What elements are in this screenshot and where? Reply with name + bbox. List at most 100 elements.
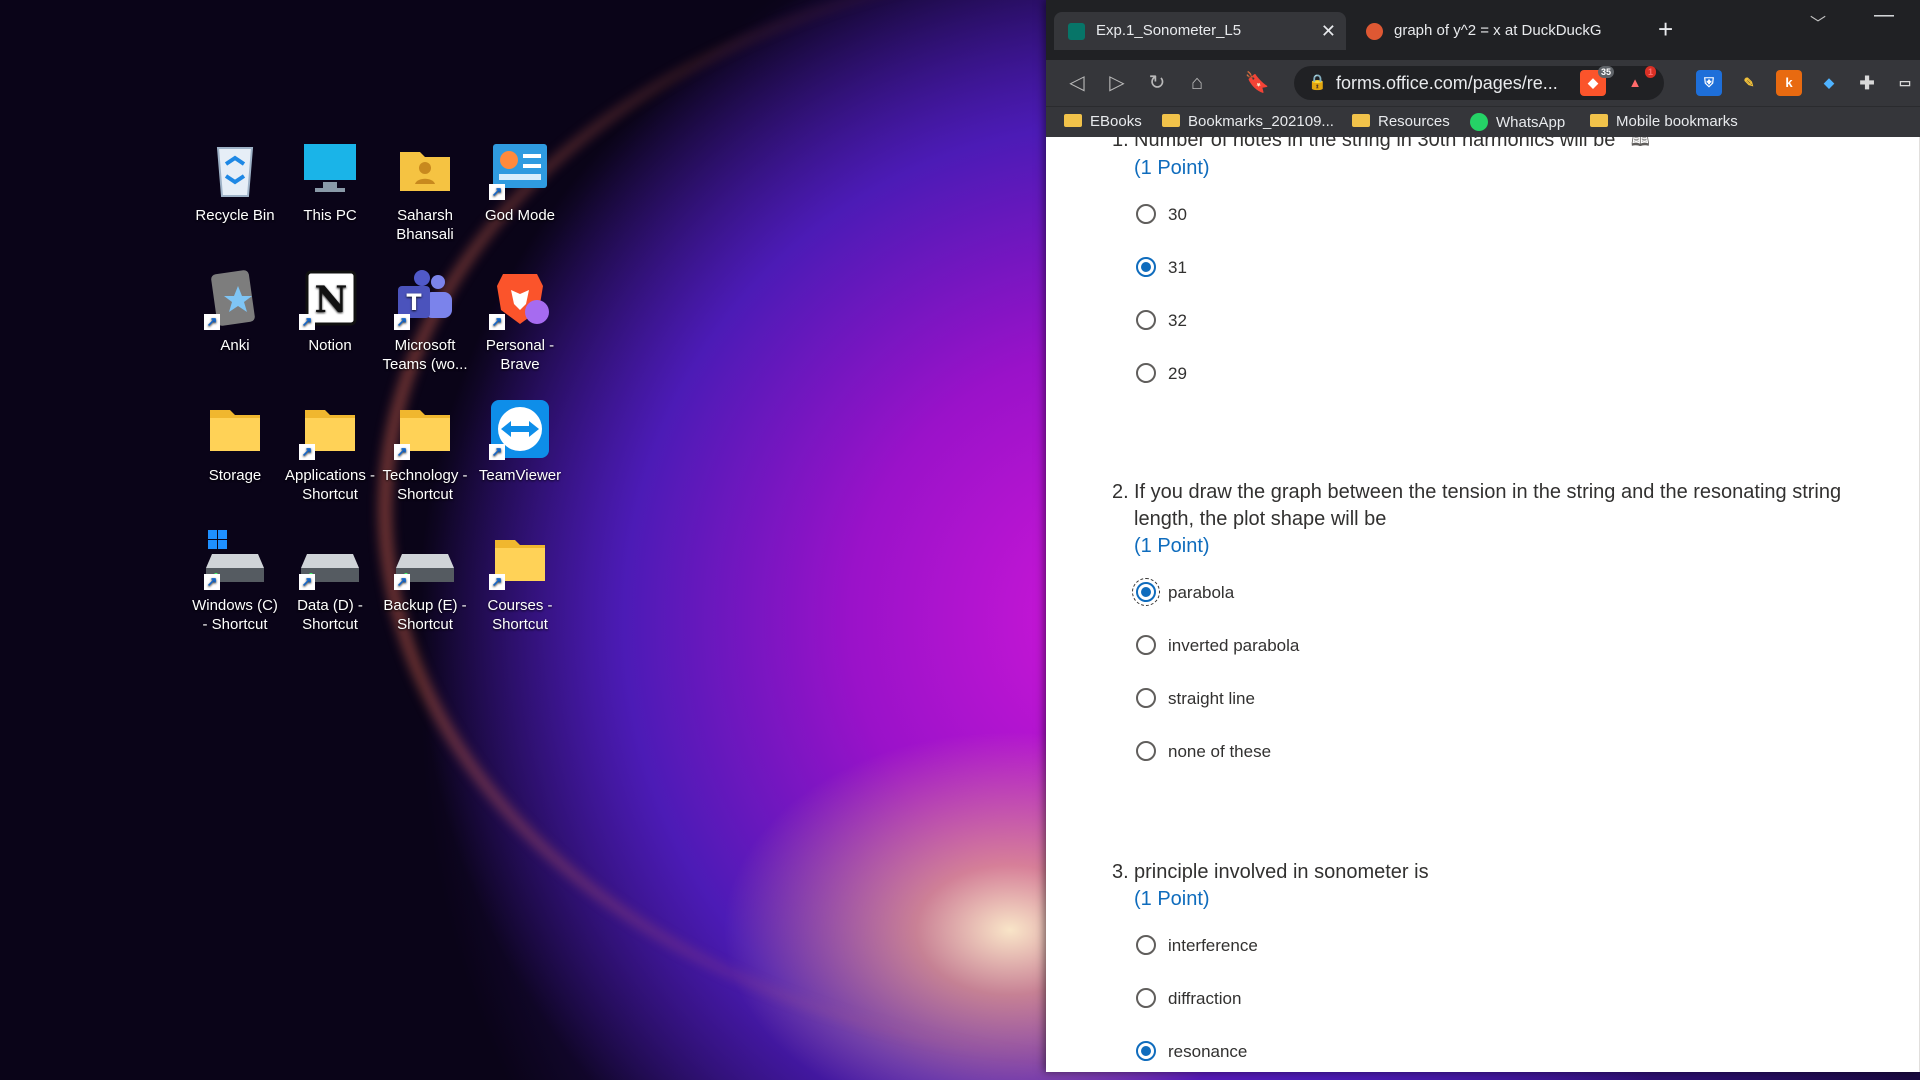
option-label: 30 [1168,205,1187,224]
question-number: 1. [1112,137,1129,151]
option-straight-line[interactable]: straight line [1134,688,1902,741]
desktop-icon-brave[interactable]: ↗ Personal - Brave [473,268,567,374]
option-diffraction[interactable]: diffraction [1134,988,1902,1041]
desktop-icon-label: Technology - Shortcut [382,467,468,503]
extensions-puzzle-icon[interactable]: ✚ [1854,70,1880,96]
bookmark-label: EBooks [1090,113,1142,130]
monitor-icon [299,138,361,200]
radio-button[interactable] [1136,310,1156,330]
chevron-down-icon[interactable]: ﹀ [1810,10,1826,34]
radio-button[interactable] [1136,741,1156,761]
folder-icon: ↗ [299,398,361,460]
option-none-of-these[interactable]: none of these [1134,741,1902,794]
option-30[interactable]: 30 [1134,204,1902,257]
desktop-icon-backup-e[interactable]: ↗ Backup (E) - Shortcut [378,528,472,634]
k-extension-icon[interactable]: k [1776,70,1802,96]
option-31[interactable]: 31 [1134,257,1902,310]
wallet-icon[interactable]: ▭ [1892,70,1918,96]
option-label: resonance [1168,1042,1248,1061]
radio-button[interactable] [1136,635,1156,655]
option-resonance[interactable]: resonance [1134,1041,1902,1072]
tab-duckduckgo[interactable]: graph of y^2 = x at DuckDuckGo [1352,12,1636,50]
svg-text:T: T [406,291,421,316]
home-icon[interactable]: ⌂ [1184,70,1210,96]
option-interference[interactable]: interference [1134,935,1902,988]
user-folder-icon [394,138,456,200]
brave-shields-icon[interactable]: ◆ 35 [1580,66,1614,96]
immersive-reader-icon[interactable]: 🕮 [1631,137,1650,150]
question-number: 2. [1112,481,1129,503]
folder-icon [1352,114,1370,127]
shortcut-arrow-icon: ↗ [489,184,505,200]
desktop-icon-user-folder[interactable]: Saharsh Bhansali [378,138,472,244]
desktop-icon-windows-c[interactable]: ↗ Windows (C) - Shortcut [188,528,282,634]
radio-button[interactable] [1136,988,1156,1008]
brave-rewards-icon[interactable]: ▲ 1 [1622,66,1656,96]
option-32[interactable]: 32 [1134,310,1902,363]
radio-button-selected[interactable] [1136,1041,1156,1061]
desktop-icon-recycle-bin[interactable]: Recycle Bin [188,138,282,225]
desktop-icon-label: Personal - Brave [485,337,555,373]
shortcut-arrow-icon: ↗ [489,574,505,590]
desktop-icon-label: This PC [303,207,357,224]
option-inverted-parabola[interactable]: inverted parabola [1134,635,1902,688]
desktop-icon-anki[interactable]: ↗ Anki [188,268,282,355]
desktop-icon-technology[interactable]: ↗ Technology - Shortcut [378,398,472,504]
bookmark-resources[interactable]: Resources [1352,113,1450,131]
reload-icon[interactable]: ↻ [1144,70,1170,96]
svg-text:N: N [315,279,348,321]
gem-extension-icon[interactable]: ◆ [1816,70,1842,96]
desktop-icon-notion[interactable]: N ↗ Notion [283,268,377,355]
brush-extension-icon[interactable]: ✎ [1736,70,1762,96]
new-tab-icon[interactable]: + [1658,14,1673,45]
question-text: 2. If you draw the graph between the ten… [1112,479,1902,533]
option-label: none of these [1168,742,1272,761]
back-icon[interactable]: ◁ [1064,70,1090,96]
desktop-icon-god-mode[interactable]: ↗ God Mode [473,138,567,225]
bookmark-mobile[interactable]: Mobile bookmarks [1590,113,1738,131]
bookmark-ebooks[interactable]: EBooks [1064,113,1142,131]
control-panel-icon: ↗ [489,138,551,200]
bookmark-whatsapp[interactable]: WhatsApp [1470,113,1565,132]
radio-button[interactable] [1136,935,1156,955]
folder-icon: ↗ [394,398,456,460]
desktop-icon-teams[interactable]: T ↗ Microsoft Teams (wo... [378,268,472,374]
desktop-icon-label: Courses - Shortcut [487,597,553,633]
option-label: parabola [1168,583,1235,602]
forward-icon[interactable]: ▷ [1104,70,1130,96]
radio-button-selected[interactable] [1136,257,1156,277]
notion-icon: N ↗ [299,268,361,330]
desktop-icon-label: Recycle Bin [195,207,275,224]
radio-button[interactable] [1136,363,1156,383]
drive-icon: ↗ [204,528,266,590]
option-label: 29 [1168,364,1187,383]
tab-forms[interactable]: Exp.1_Sonometer_L5 ✕ [1054,12,1346,50]
shortcut-arrow-icon: ↗ [299,444,315,460]
minimize-icon[interactable]: — [1874,4,1894,27]
bookmark-bookmarks-2021[interactable]: Bookmarks_202109... [1162,113,1334,131]
radio-button-selected[interactable] [1132,578,1160,606]
desktop-icon-courses[interactable]: ↗ Courses - Shortcut [473,528,567,634]
desktop-icon-label: Windows (C) - Shortcut [192,597,278,633]
shortcut-arrow-icon: ↗ [299,314,315,330]
radio-button[interactable] [1136,204,1156,224]
desktop-icon-this-pc[interactable]: This PC [283,138,377,225]
close-tab-icon[interactable]: ✕ [1321,12,1336,50]
desktop-icon-teamviewer[interactable]: ↗ TeamViewer [473,398,567,485]
shortcut-arrow-icon: ↗ [299,574,315,590]
option-parabola[interactable]: parabola [1132,578,1902,635]
shortcut-arrow-icon: ↗ [394,444,410,460]
folder-icon: ↗ [489,528,551,590]
bookmark-label: Mobile bookmarks [1616,113,1738,130]
radio-button[interactable] [1136,688,1156,708]
bookmark-label: Resources [1378,113,1450,130]
desktop-icon-applications[interactable]: ↗ Applications - Shortcut [283,398,377,504]
bitwarden-icon[interactable]: ⛨ [1696,70,1722,96]
bookmark-icon[interactable]: 🔖 [1244,70,1270,96]
shortcut-arrow-icon: ↗ [489,444,505,460]
option-29[interactable]: 29 [1134,363,1902,416]
desktop-icon-storage[interactable]: Storage [188,398,282,485]
recycle-bin-icon [204,138,266,200]
desktop-icon-data-d[interactable]: ↗ Data (D) - Shortcut [283,528,377,634]
question-text: 3. principle involved in sonometer is [1112,859,1902,886]
